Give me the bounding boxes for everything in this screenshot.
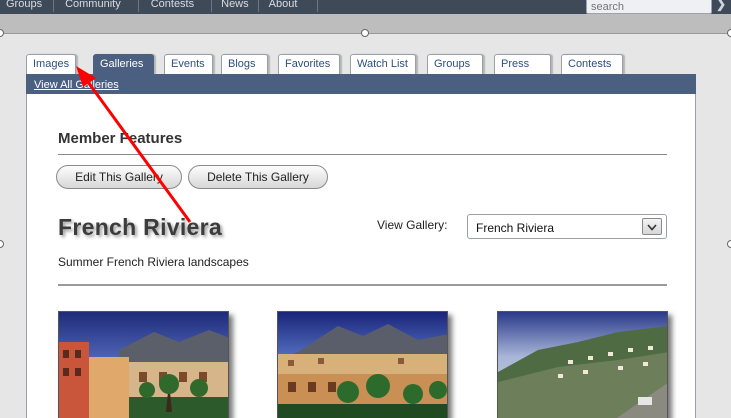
tab-label: Press [501, 58, 530, 70]
sub-nav-bar: View All Galleries [26, 74, 696, 94]
gallery-description: Summer French Riviera landscapes [58, 255, 249, 269]
delete-gallery-button[interactable]: Delete This Gallery [188, 165, 328, 189]
search-box [586, 0, 712, 15]
selection-handle[interactable] [0, 240, 4, 248]
selection-handle[interactable] [727, 29, 731, 37]
gallery-thumbnail[interactable] [58, 311, 229, 418]
tab-label: Events [171, 58, 205, 70]
tab-favorites[interactable]: Favorites [278, 54, 340, 74]
tab-contests[interactable]: Contests [561, 54, 623, 74]
tab-label: Contests [568, 58, 612, 70]
gallery-thumbnail[interactable] [277, 311, 448, 418]
nav-groups[interactable]: Groups [0, 0, 55, 12]
divider [58, 284, 667, 286]
nav-community[interactable]: Community [54, 0, 139, 12]
gallery-thumbnail[interactable] [497, 311, 668, 418]
top-nav: Groups Community Contests News About [0, 0, 319, 12]
tab-blogs[interactable]: Blogs [221, 54, 268, 74]
tab-images[interactable]: Images [26, 54, 76, 74]
tab-label: Favorites [285, 58, 331, 70]
tab-label: Watch List [357, 58, 408, 70]
tab-label: Groups [434, 58, 471, 70]
chevron-down-icon[interactable] [642, 218, 662, 235]
selection-handle[interactable] [361, 29, 369, 37]
tab-groups[interactable]: Groups [427, 54, 483, 74]
tab-label: Blogs [228, 58, 256, 70]
member-features-heading: Member Features [58, 130, 183, 147]
view-gallery-label: View Gallery: [377, 218, 448, 232]
tab-events[interactable]: Events [164, 54, 213, 74]
nav-news[interactable]: News [212, 0, 259, 12]
search-input[interactable] [587, 0, 711, 15]
gallery-select[interactable]: French Riviera [467, 214, 667, 239]
divider [58, 154, 667, 155]
tab-watch-list[interactable]: Watch List [350, 54, 416, 74]
gallery-title: French Riviera [58, 214, 222, 240]
selection-handle[interactable] [0, 29, 4, 37]
chevron-right-icon[interactable]: ❯ [716, 0, 726, 11]
nav-about[interactable]: About [259, 0, 319, 12]
selection-handle[interactable] [727, 240, 731, 248]
tab-label: Galleries [100, 58, 144, 70]
tab-galleries[interactable]: Galleries [93, 54, 154, 74]
tab-press[interactable]: Press [494, 54, 551, 74]
tab-label: Images [33, 58, 70, 70]
edit-gallery-button[interactable]: Edit This Gallery [56, 165, 182, 189]
gallery-select-value: French Riviera [476, 221, 555, 235]
nav-contests[interactable]: Contests [139, 0, 213, 12]
view-all-galleries-link[interactable]: View All Galleries [34, 79, 119, 91]
